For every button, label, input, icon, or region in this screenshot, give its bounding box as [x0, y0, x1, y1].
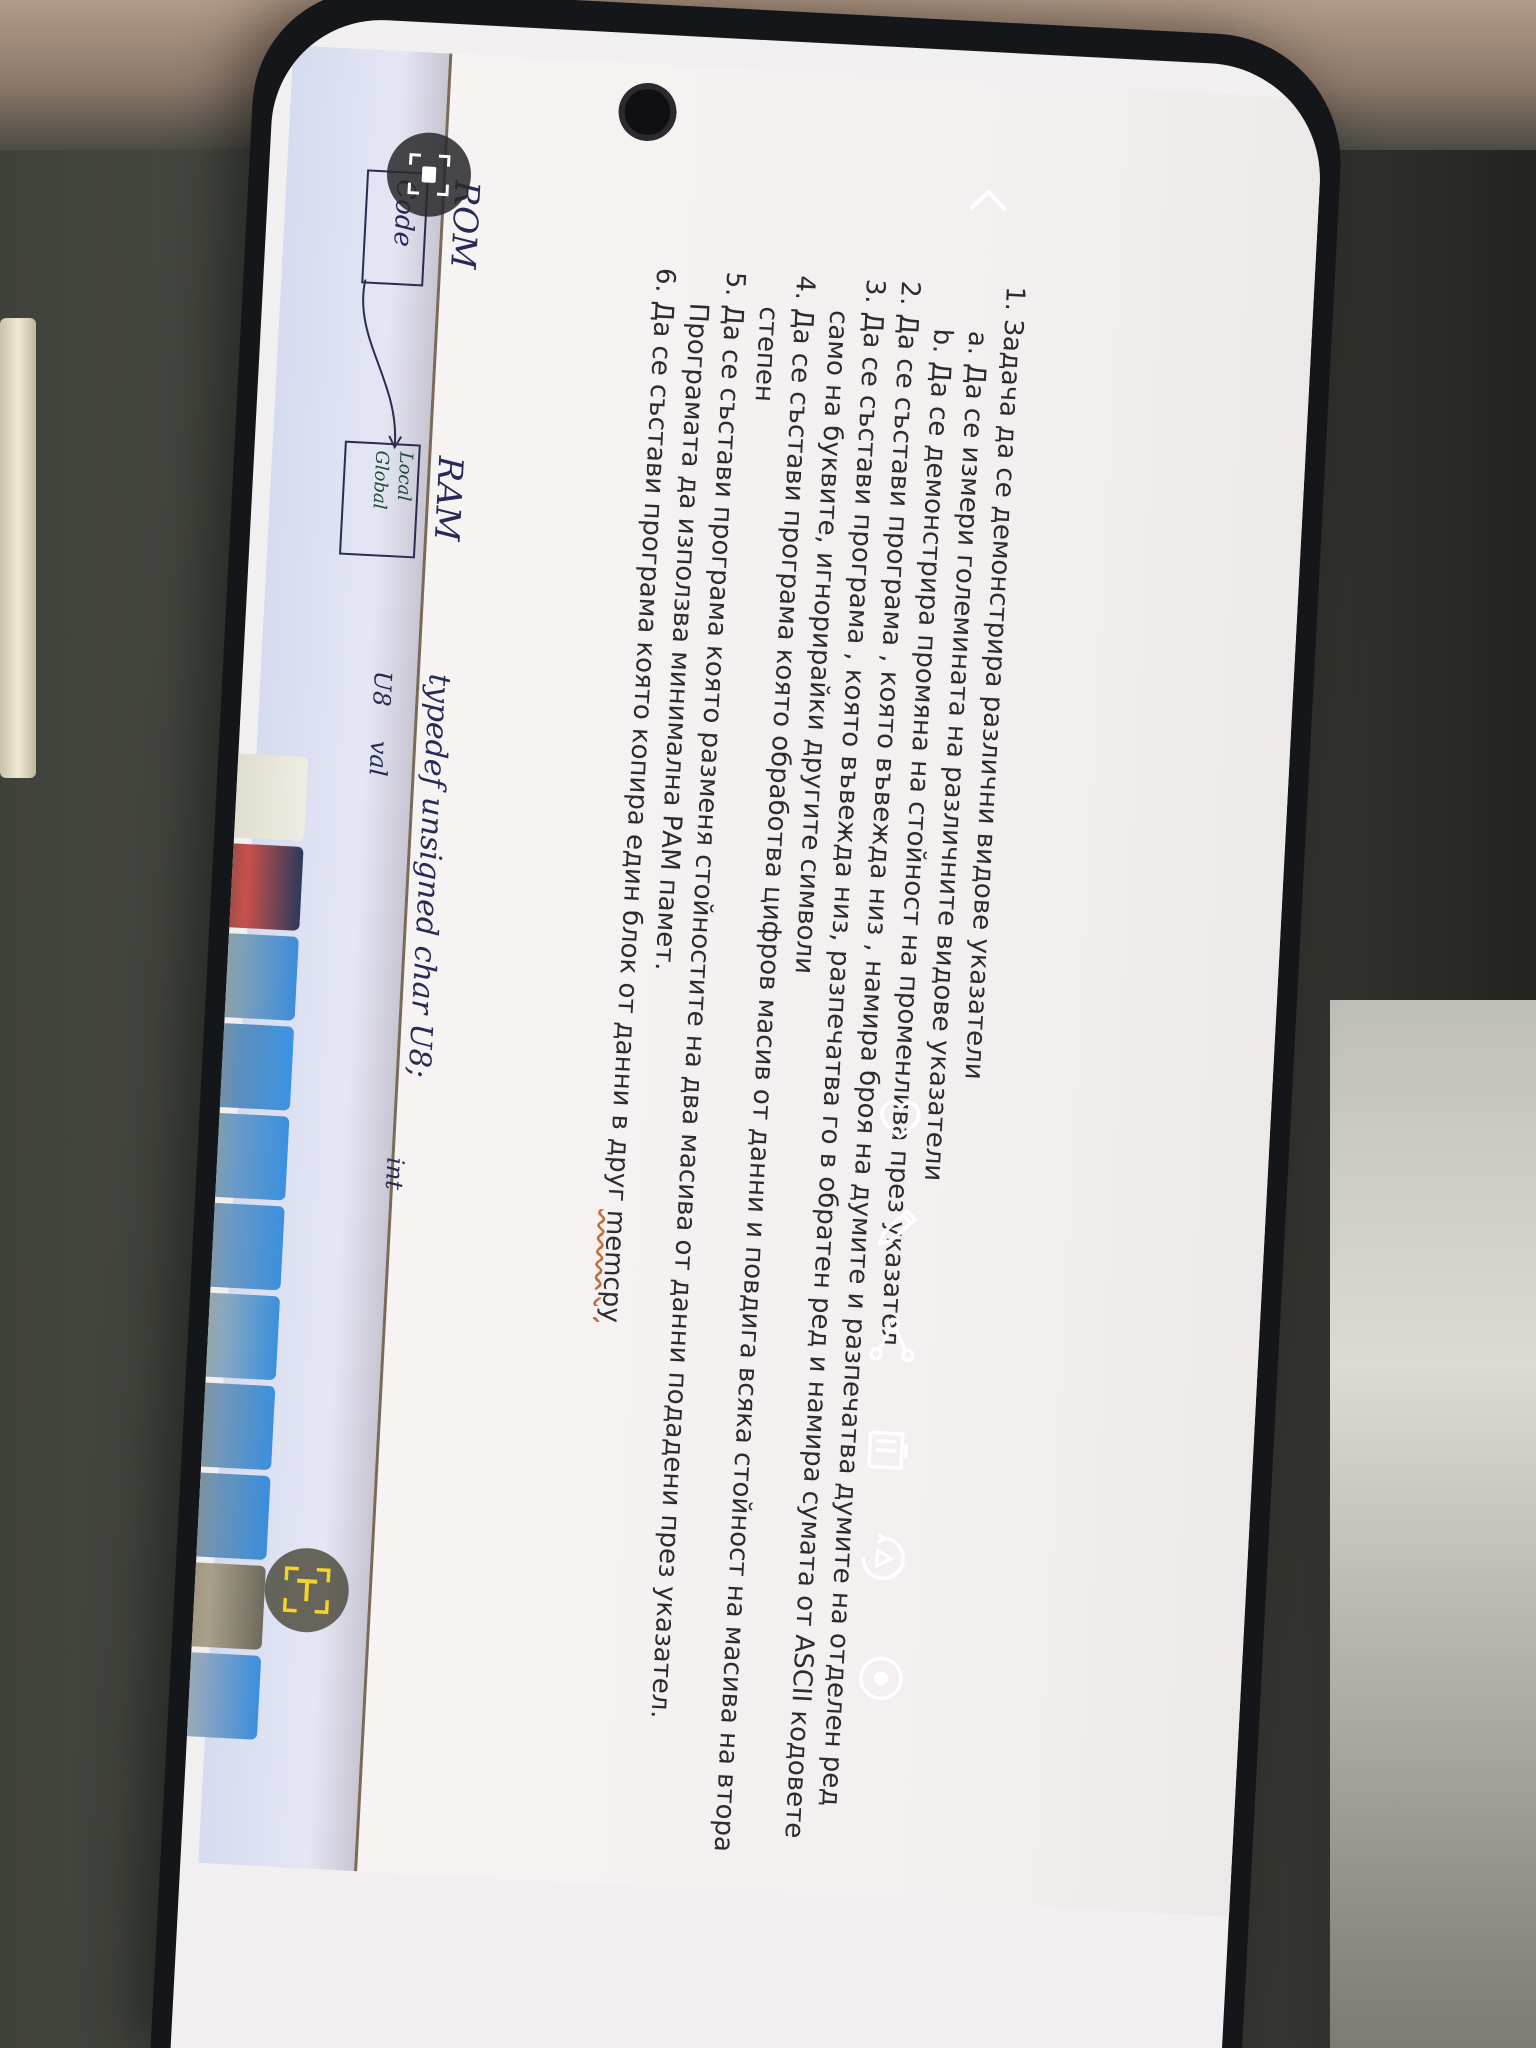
phone-screen: Задача да се демонстрира различни видове…: [170, 14, 1326, 2048]
rotate-button[interactable]: [852, 1527, 915, 1590]
share-icon: [869, 1317, 915, 1363]
thumbnail-6[interactable]: [170, 1200, 285, 1291]
thumbnail-2[interactable]: [189, 841, 304, 931]
thumbnail-11[interactable]: [170, 1650, 262, 1740]
background-cloth: [1330, 1000, 1536, 2048]
handwritten-local: Local: [392, 451, 417, 502]
thumbnail-7[interactable]: [170, 1290, 281, 1381]
pencil-icon: [877, 1209, 917, 1246]
photo-document-text: Задача да се демонстрира различни видове…: [564, 254, 1032, 1872]
photo-viewer: Задача да се демонстрира различни видове…: [352, 53, 1326, 1918]
phone-stand: [0, 318, 36, 778]
delete-button[interactable]: [857, 1419, 920, 1482]
edit-button[interactable]: [865, 1197, 928, 1260]
scan-icon: [407, 153, 451, 197]
rotate-icon: [861, 1532, 905, 1581]
thumbnail-9[interactable]: [170, 1470, 271, 1561]
thumbnail-3[interactable]: [184, 931, 299, 1021]
back-button[interactable]: [957, 170, 1020, 233]
handwritten-ram: RAM: [425, 455, 471, 543]
thumbnail-4[interactable]: [179, 1021, 295, 1111]
handwritten-val: val: [363, 740, 394, 778]
photo-scene: Задача да се демонстрира различни видове…: [0, 0, 1536, 2048]
handwritten-u8: U8: [367, 670, 397, 708]
favorite-button[interactable]: [869, 1087, 932, 1150]
handwritten-int: int: [379, 1156, 410, 1191]
chevron-up-icon: [970, 189, 1006, 211]
thumbnail-1[interactable]: [194, 751, 309, 842]
thumbnail-8[interactable]: [170, 1380, 276, 1471]
arrow-rom-ram: [362, 279, 403, 450]
trash-icon: [867, 1430, 908, 1470]
heart-icon: [880, 1100, 921, 1139]
phone: Задача да се демонстрира различни видове…: [150, 0, 1348, 2048]
memcpy-word: memcpy: [595, 1209, 632, 1324]
text-extract-icon: [282, 1566, 331, 1615]
thumbnail-5[interactable]: [175, 1110, 290, 1201]
handwritten-global: Global: [368, 450, 393, 511]
share-button[interactable]: [861, 1309, 924, 1372]
thumbnail-10[interactable]: [170, 1560, 266, 1650]
view-button[interactable]: [849, 1647, 912, 1710]
eye-icon: [859, 1656, 903, 1701]
